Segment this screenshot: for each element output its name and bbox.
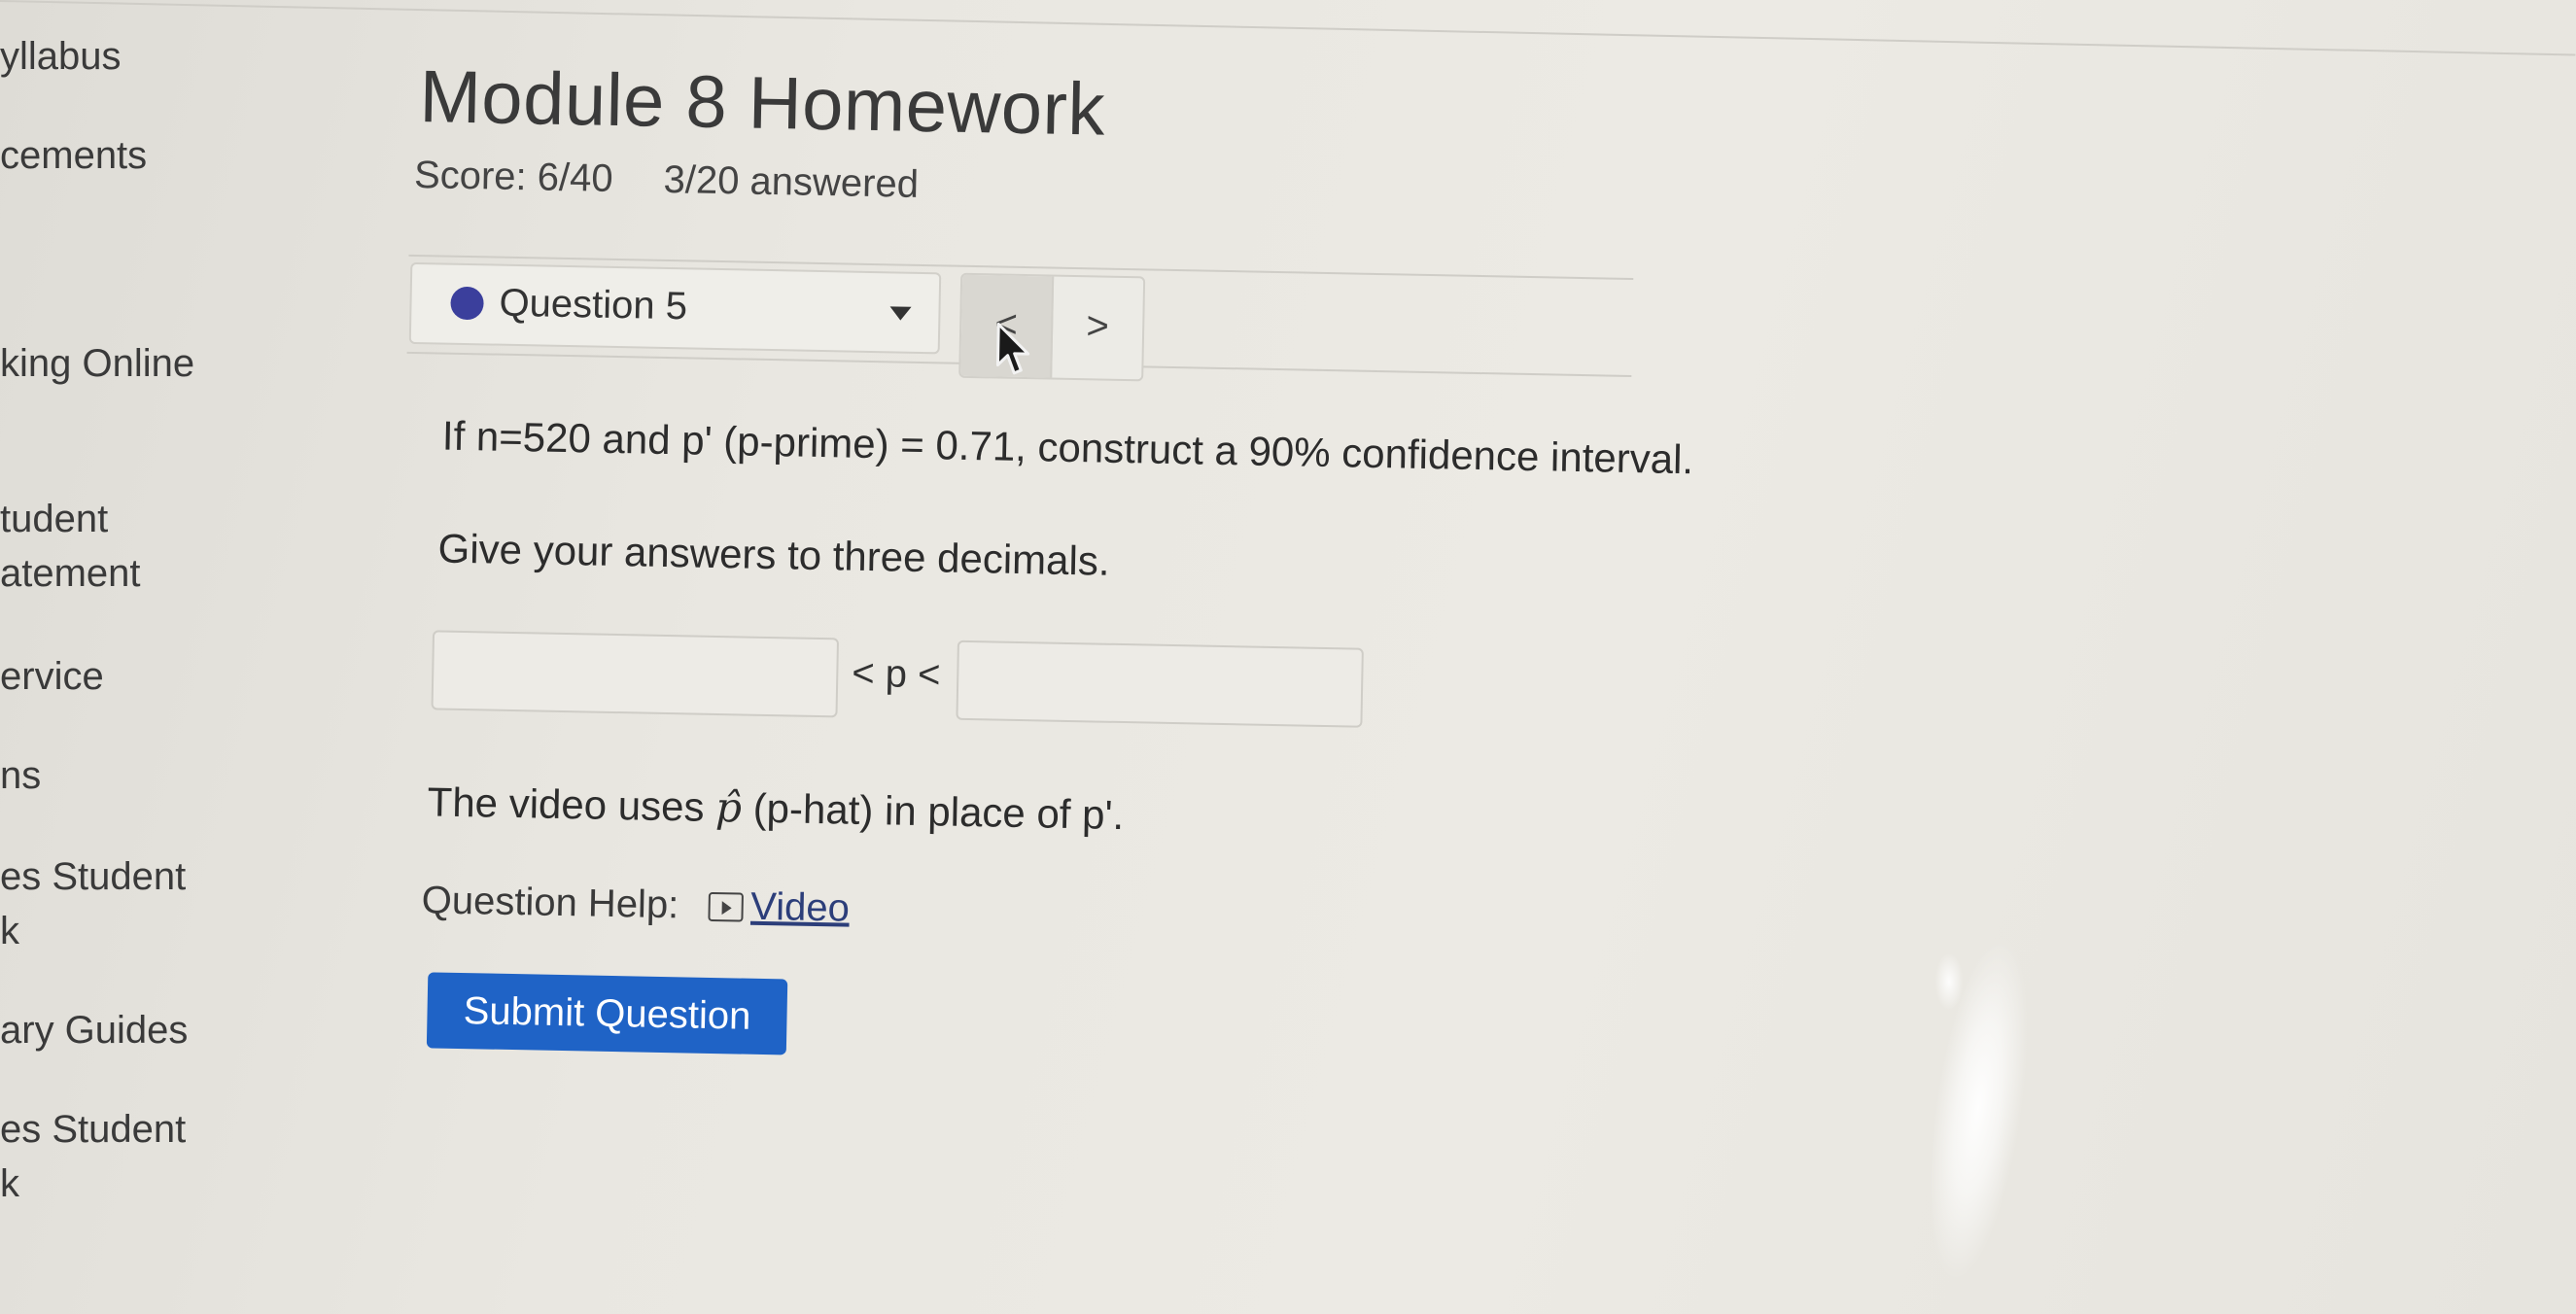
page-title: Module 8 Homework	[418, 55, 1106, 152]
video-note-after: (p-hat) in place of p'.	[741, 784, 1125, 839]
video-play-icon	[707, 891, 744, 922]
question-help-label: Question Help:	[421, 879, 679, 927]
question-prompt: If n=520 and p' (p-prime) = 0.71, constr…	[441, 412, 1694, 483]
question-help: Question Help: Video	[421, 879, 850, 930]
next-question-button[interactable]: >	[1052, 277, 1143, 380]
caret-down-icon	[889, 306, 912, 321]
submit-question-button[interactable]: Submit Question	[426, 972, 788, 1055]
question-instruction: Give your answers to three decimals.	[437, 525, 1110, 584]
question-status-dot-icon	[450, 286, 484, 321]
screen: yllabus cements king Online tudent ateme…	[0, 0, 2576, 1314]
screen-glare-highlight	[1934, 952, 1964, 1011]
assignment-content: Module 8 Homework Score: 6/40 3/20 answer…	[0, 0, 2576, 1314]
video-link-label: Video	[749, 884, 851, 930]
lower-bound-input[interactable]	[431, 630, 840, 718]
chevron-right-icon: >	[1086, 304, 1110, 348]
question-pager: < >	[958, 272, 1146, 382]
inequality-label: < p <	[851, 651, 941, 697]
upper-bound-input[interactable]	[956, 640, 1364, 728]
video-help-link[interactable]: Video	[707, 884, 851, 931]
p-hat-symbol: p̂	[714, 783, 743, 832]
score-text: Score: 6/40	[413, 153, 614, 200]
score-row: Score: 6/40 3/20 answered	[414, 154, 920, 207]
video-note: The video uses p̂ (p-hat) in place of p'…	[427, 778, 1124, 839]
confidence-interval-answer-row: < p <	[431, 630, 1405, 736]
mouse-pointer-icon	[995, 323, 1030, 375]
question-select[interactable]: Question 5	[408, 261, 942, 355]
question-select-label: Question 5	[499, 281, 688, 328]
answered-count: 3/20 answered	[663, 157, 920, 206]
video-note-before: The video uses	[427, 778, 716, 831]
